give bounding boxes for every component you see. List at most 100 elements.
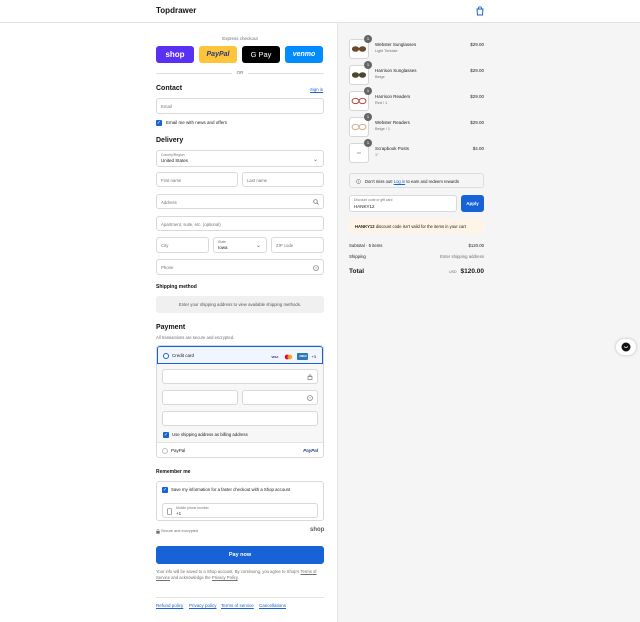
- svg-text:?: ?: [309, 396, 311, 400]
- rewards-login-link[interactable]: Log in: [394, 179, 405, 184]
- address-placeholder: Address: [161, 199, 177, 205]
- country-select[interactable]: Country/Region United States ⌄: [156, 150, 324, 167]
- item-price: $4.00: [472, 146, 484, 151]
- credit-card-label: Credit card: [172, 353, 195, 358]
- lock-icon: [156, 529, 160, 534]
- more-cards-count: +3: [311, 354, 316, 359]
- paypal-button[interactable]: PayPal: [199, 46, 237, 63]
- amex-icon: AMEX: [297, 353, 309, 360]
- state-value: Iowa: [218, 245, 228, 250]
- name-on-card-field[interactable]: [162, 411, 318, 426]
- mobile-phone-label: Mobile phone number: [176, 506, 209, 510]
- svg-text:?: ?: [315, 266, 317, 270]
- info-icon: [356, 178, 361, 184]
- billing-address-label: Use shipping address as billing address: [172, 432, 248, 437]
- apartment-placeholder: Apartment, suite, etc. (optional): [161, 221, 221, 227]
- card-logos: VISA AMEX +3: [269, 353, 316, 360]
- state-label: State: [218, 240, 226, 244]
- item-name: Harrison Readers: [375, 94, 411, 99]
- phone-placeholder: Phone: [161, 264, 174, 270]
- or-divider: OR: [156, 70, 324, 75]
- item-variant: Red / 1: [375, 101, 388, 105]
- save-info-checkbox[interactable]: ✓: [162, 487, 168, 493]
- reading-glasses-icon: [351, 97, 367, 105]
- venmo-button[interactable]: venmo: [285, 46, 323, 63]
- item-variant: Light Tortoise: [375, 49, 398, 53]
- apartment-field[interactable]: Apartment, suite, etc. (optional): [156, 216, 324, 231]
- subtotal-value: $120.00: [468, 243, 484, 248]
- sunglasses-icon: [351, 72, 367, 78]
- item-price: $29.00: [470, 42, 484, 47]
- zip-field[interactable]: ZIP code: [271, 237, 324, 253]
- mobile-phone-value: +1: [176, 511, 182, 516]
- help-circle-icon[interactable]: ?: [313, 264, 319, 271]
- discount-code-field[interactable]: Discount code or gift card HANKY12: [349, 195, 457, 212]
- chat-widget-button[interactable]: [616, 339, 636, 355]
- shipping-label: Shipping: [349, 254, 366, 259]
- footer-terms-of-service[interactable]: Terms of service: [221, 603, 254, 608]
- shipping-method-heading: Shipping method: [156, 284, 197, 290]
- email-field[interactable]: Email: [156, 98, 324, 114]
- payment-heading: Payment: [156, 324, 186, 331]
- discount-code-value: HANKY12: [354, 204, 375, 209]
- credit-card-radio[interactable]: [163, 353, 169, 359]
- country-value: United States: [161, 158, 189, 163]
- legal-line-mid: and acknowledge the: [171, 575, 211, 581]
- footer-refund-policy[interactable]: Refund policy: [156, 603, 183, 608]
- address-field[interactable]: Address: [156, 194, 324, 209]
- email-placeholder: Email: [161, 103, 172, 109]
- help-circle-icon[interactable]: ?: [307, 395, 313, 401]
- reading-glasses-icon: [351, 123, 367, 131]
- discount-error-code: HANKY12: [355, 223, 375, 229]
- search-icon: [313, 199, 319, 205]
- credit-card-form: ? ✓ Use shipping address as billing addr…: [157, 364, 323, 443]
- footer-divider: [156, 597, 324, 598]
- currency-code: USD: [449, 270, 457, 274]
- order-item: 1 Webster Sunglasses Light Tortoise $29.…: [349, 35, 484, 61]
- news-checkbox[interactable]: ✓: [156, 120, 162, 126]
- item-price: $29.00: [470, 94, 484, 99]
- footer-cancellations[interactable]: Cancellations: [259, 603, 286, 608]
- security-code-field[interactable]: ?: [242, 390, 318, 405]
- brand-logo[interactable]: Topdrawer: [156, 6, 196, 15]
- mobile-phone-field[interactable]: Mobile phone number +1: [162, 503, 318, 518]
- express-checkout-label: Express checkout: [222, 36, 258, 41]
- payment-options: Credit card VISA AMEX +3 ? ✓ Use shippin…: [156, 345, 324, 458]
- sign-in-link[interactable]: Sign in: [310, 87, 323, 92]
- billing-address-checkbox[interactable]: ✓: [163, 432, 169, 438]
- pay-now-button[interactable]: Pay now: [156, 546, 324, 564]
- visa-icon: VISA: [271, 354, 279, 359]
- chat-icon: [621, 342, 631, 352]
- first-name-field[interactable]: First name: [156, 172, 238, 187]
- state-select[interactable]: State Iowa ⌄: [213, 237, 267, 253]
- paypal-option[interactable]: PayPal PayPal: [157, 443, 323, 457]
- order-item: 1 Harrison Readers Red / 1 $29.00: [349, 87, 484, 113]
- item-name: Webster Readers: [375, 120, 410, 125]
- delivery-heading: Delivery: [156, 137, 184, 144]
- last-name-field[interactable]: Last name: [242, 172, 324, 187]
- credit-card-option[interactable]: Credit card VISA AMEX +3: [157, 346, 323, 364]
- discount-error-text: HANKY12 discount code isn't valid for th…: [355, 224, 466, 229]
- shopping-bag-icon[interactable]: [475, 6, 485, 16]
- item-price: $29.00: [470, 68, 484, 73]
- mastercard-icon: [283, 353, 294, 360]
- google-pay-button[interactable]: G Pay: [242, 46, 280, 63]
- legal-line-end: .: [237, 575, 239, 581]
- paypal-label: PayPal: [171, 447, 186, 453]
- contact-heading: Contact: [156, 85, 183, 92]
- rewards-text-1: Don't miss out!: [365, 178, 393, 184]
- zip-placeholder: ZIP code: [276, 242, 294, 248]
- paypal-radio[interactable]: [162, 447, 168, 454]
- shipping-method-message: Enter your shipping address to view avai…: [156, 296, 324, 313]
- quantity-badge: 1: [364, 61, 372, 69]
- city-field[interactable]: City: [156, 237, 209, 253]
- apply-discount-button[interactable]: Apply: [461, 195, 484, 212]
- privacy-policy-link[interactable]: Privacy Policy: [212, 575, 238, 580]
- shop-pay-button[interactable]: shop: [156, 46, 194, 63]
- expiration-date-field[interactable]: [162, 390, 238, 405]
- footer-privacy-policy[interactable]: Privacy policy: [189, 603, 217, 608]
- card-number-field[interactable]: [162, 369, 318, 384]
- first-name-placeholder: First name: [161, 177, 182, 183]
- phone-field[interactable]: Phone ?: [156, 259, 324, 275]
- legal-line-1: Your info will be saved to a Shop accoun…: [156, 569, 300, 574]
